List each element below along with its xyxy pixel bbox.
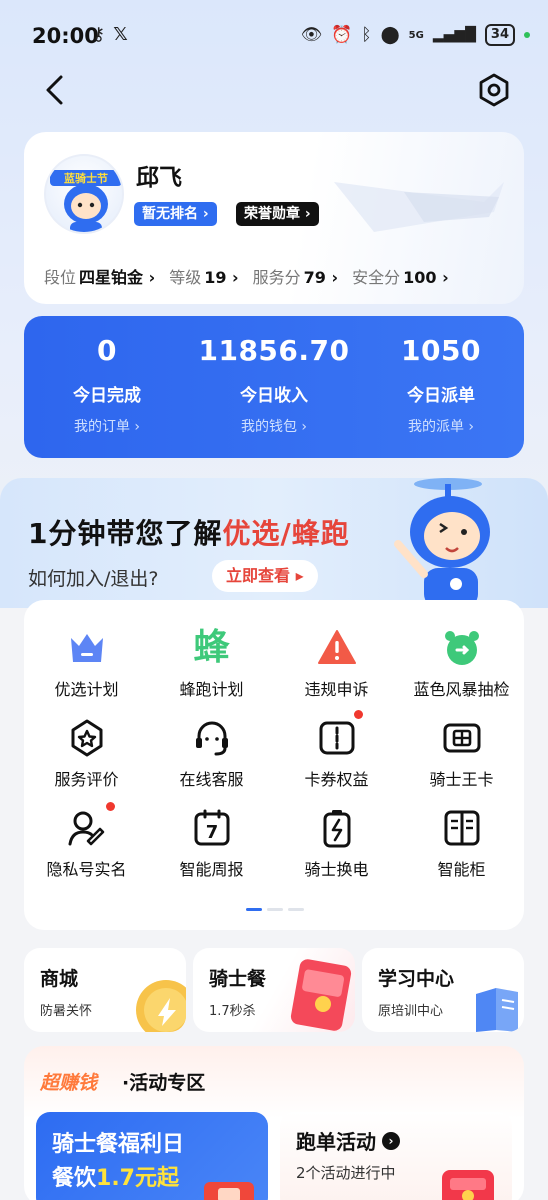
locker-icon bbox=[444, 810, 479, 846]
honor-medal-badge[interactable]: 荣誉勋章 › bbox=[236, 202, 319, 226]
svg-text:7: 7 bbox=[205, 822, 218, 843]
profile-card[interactable]: 蓝骑士节 邱飞 暂无排名 › 荣誉勋章 › 段位 四星铂金 › 等级 19 › … bbox=[24, 132, 524, 304]
alarm-clock-icon bbox=[444, 631, 479, 665]
battery-indicator: 34 bbox=[484, 24, 515, 46]
book-icon bbox=[476, 988, 518, 1032]
grid-item-coupons[interactable]: 卡券权益 bbox=[274, 710, 399, 790]
coupon-icon bbox=[319, 721, 354, 755]
activity-zone: 超赚钱 ·活动专区 骑士餐福利日 餐饮1.7元起 跑单活动 › 2个活动进行中 bbox=[24, 1046, 524, 1200]
activity-hot-label: 超赚钱 bbox=[40, 1072, 98, 1094]
svg-text:蓝骑士节: 蓝骑士节 bbox=[64, 171, 108, 185]
mascot-illustration bbox=[394, 478, 490, 608]
rider-meal-promo[interactable]: 骑士餐福利日 餐饮1.7元起 bbox=[36, 1112, 268, 1200]
user-name: 邱飞 bbox=[136, 165, 182, 191]
notification-dot bbox=[105, 802, 115, 811]
hexagon-gear-icon bbox=[479, 73, 509, 107]
run-order-promo[interactable]: 跑单活动 › 2个活动进行中 bbox=[280, 1112, 512, 1200]
eye-icon: 👁 bbox=[300, 25, 323, 45]
summary-dispatch[interactable]: 1050 今日派单 我的派单 › bbox=[358, 334, 524, 436]
warning-triangle-icon bbox=[317, 630, 356, 664]
sim-card-icon bbox=[443, 723, 480, 753]
learning-center-card[interactable]: 学习中心 原培训中心 bbox=[362, 948, 524, 1032]
red-envelope-icon bbox=[290, 959, 352, 1031]
key-icon: ⚷ bbox=[92, 24, 106, 45]
mall-card[interactable]: 商城 防暑关怀 bbox=[24, 948, 186, 1032]
my-orders-link[interactable]: 我的订单 › bbox=[24, 416, 190, 436]
user-edit-icon bbox=[68, 811, 104, 846]
grid-pager bbox=[246, 908, 304, 911]
avatar[interactable]: 蓝骑士节 bbox=[44, 154, 124, 234]
notification-dot bbox=[353, 710, 363, 719]
stat-level[interactable]: 等级 19 › bbox=[169, 264, 238, 288]
crown-icon bbox=[70, 634, 103, 662]
bee-character-icon: 蜂 bbox=[193, 627, 230, 668]
network-label: 5G bbox=[408, 29, 424, 41]
star-badge-icon bbox=[71, 719, 102, 757]
stat-service-score[interactable]: 服务分 79 › bbox=[253, 264, 338, 288]
grid-item-battery-swap[interactable]: 骑士换电 bbox=[274, 808, 399, 880]
meal-box-icon bbox=[204, 1182, 254, 1200]
summary-income[interactable]: 11856.70 今日收入 我的钱包 › bbox=[191, 334, 357, 436]
privacy-dot bbox=[524, 32, 530, 38]
banner-title: 1分钟带您了解优选/蜂跑 bbox=[28, 517, 350, 550]
grid-item-violation-appeal[interactable]: 违规申诉 bbox=[274, 628, 399, 700]
grid-item-premium-plan[interactable]: 优选计划 bbox=[24, 628, 149, 700]
banner-subtitle: 如何加入/退出? bbox=[28, 568, 159, 590]
calendar-icon: 7 bbox=[194, 809, 229, 846]
activity-zone-label: ·活动专区 bbox=[122, 1072, 206, 1094]
bluetooth-icon: ᛒ bbox=[361, 25, 372, 45]
chevron-left-icon bbox=[46, 75, 63, 105]
profile-stats: 段位 四星铂金 › 等级 19 › 服务分 79 › 安全分 100 › bbox=[44, 264, 449, 288]
alarm-icon: ⏰ bbox=[331, 25, 353, 45]
intro-banner[interactable]: 1分钟带您了解优选/蜂跑 如何加入/退出? 立即查看 ▸ bbox=[0, 478, 548, 608]
grid-item-service-rating[interactable]: 服务评价 bbox=[24, 718, 149, 790]
grid-item-smart-locker[interactable]: 智能柜 bbox=[399, 808, 524, 880]
rider-mascot-icon: 蓝骑士节 bbox=[50, 170, 122, 232]
status-time: 20:00 bbox=[32, 24, 99, 48]
grid-item-blue-storm-check[interactable]: 蓝色风暴抽检 bbox=[399, 628, 524, 700]
grid-item-online-support[interactable]: 在线客服 bbox=[149, 718, 274, 790]
rider-meal-card[interactable]: 骑士餐 1.7秒杀 bbox=[193, 948, 355, 1032]
rank-badge[interactable]: 暂无排名 › bbox=[134, 202, 217, 226]
daily-summary-card: 0 今日完成 我的订单 › 11856.70 今日收入 我的钱包 › 1050 … bbox=[24, 316, 524, 458]
pager-dot bbox=[267, 908, 283, 911]
my-dispatch-link[interactable]: 我的派单 › bbox=[358, 416, 524, 436]
summary-completed[interactable]: 0 今日完成 我的订单 › bbox=[24, 334, 190, 436]
grid-item-rider-king-card[interactable]: 骑士王卡 bbox=[399, 718, 524, 790]
coin-icon bbox=[136, 980, 186, 1032]
grid-item-weekly-report[interactable]: 7 智能周报 bbox=[149, 808, 274, 880]
grid-item-privacy-realname[interactable]: 隐私号实名 bbox=[24, 802, 149, 880]
location-icon: ⬤ bbox=[380, 25, 400, 45]
back-button[interactable] bbox=[38, 72, 74, 108]
red-envelope-icon bbox=[442, 1170, 494, 1200]
stat-safety-score[interactable]: 安全分 100 › bbox=[352, 264, 449, 288]
pager-dot bbox=[288, 908, 304, 911]
arrow-right-icon: › bbox=[382, 1131, 400, 1150]
status-bar: 20:00 ⚷ 𝕏 👁 ⏰ ᛒ ⬤ 5G ▂▄▆█ 34 bbox=[0, 0, 548, 72]
settings-button[interactable] bbox=[476, 72, 512, 108]
x-logo-icon: 𝕏 bbox=[113, 24, 128, 45]
view-now-button[interactable]: 立即查看 ▸ bbox=[212, 560, 318, 592]
grid-item-bee-run-plan[interactable]: 蜂 蜂跑计划 bbox=[149, 628, 274, 700]
headset-icon bbox=[195, 721, 228, 756]
pager-dot bbox=[246, 908, 262, 911]
battery-swap-icon bbox=[323, 810, 350, 848]
services-grid: 优选计划 蜂 蜂跑计划 违规申诉 蓝色风暴抽检 服务评价 在线客服 卡券权益 骑… bbox=[24, 600, 524, 930]
stat-tier[interactable]: 段位 四星铂金 › bbox=[44, 264, 155, 288]
wing-decoration bbox=[334, 182, 504, 232]
signal-icon: ▂▄▆█ bbox=[432, 27, 476, 43]
my-wallet-link[interactable]: 我的钱包 › bbox=[191, 416, 357, 436]
